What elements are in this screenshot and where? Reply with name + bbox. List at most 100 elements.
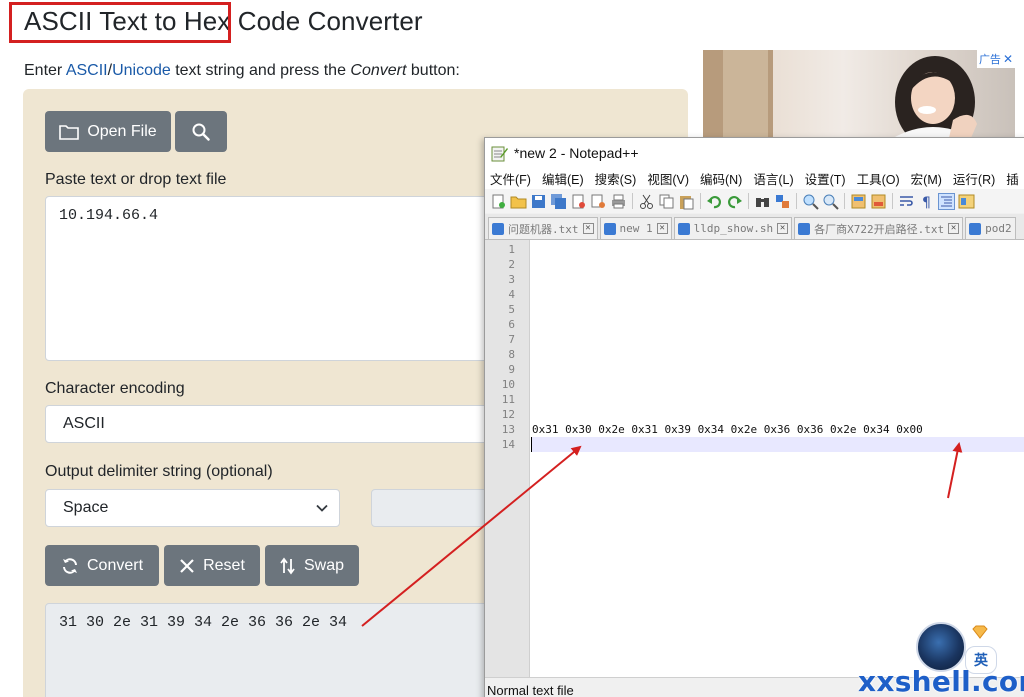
unicode-link[interactable]: Unicode <box>112 62 171 79</box>
swap-button[interactable]: Swap <box>265 545 359 586</box>
line-number: 5 <box>508 303 515 316</box>
tab-file[interactable]: 问题机器.txt ✕ <box>488 217 598 239</box>
ad-badge[interactable]: 广告 ✕ <box>976 50 1015 68</box>
tab-label: 问题机器.txt <box>508 222 579 236</box>
tab-label: lldp_show.sh <box>693 222 774 235</box>
tab-close-icon[interactable]: ✕ <box>948 223 960 234</box>
ascii-link[interactable]: ASCII <box>66 62 108 79</box>
npp-tab-bar: 问题机器.txt ✕ new 1 ✕ lldp_show.sh ✕ 各厂商X722开启… <box>485 214 1024 240</box>
menu-run[interactable]: 运行(R) <box>953 169 995 188</box>
npp-menubar: 文件(F) 编辑(E) 搜索(S) 视图(V) 编码(N) 语言(L) 设置(T… <box>485 168 1024 189</box>
convert-label: Convert <box>86 556 144 574</box>
indent-guide-icon[interactable] <box>938 192 955 210</box>
show-all-chars-icon[interactable]: ¶ <box>918 193 935 210</box>
open-file-button[interactable]: Open File <box>45 111 171 152</box>
close-icon[interactable] <box>570 193 587 210</box>
intro-suffix: button: <box>406 62 460 79</box>
npp-title: *new 2 - Notepad++ <box>514 145 639 161</box>
search-icon <box>192 123 210 141</box>
title-highlight-box <box>9 2 231 43</box>
save-status-icon <box>798 222 811 235</box>
menu-file[interactable]: 文件(F) <box>490 169 531 188</box>
swap-arrows-icon <box>280 557 295 574</box>
undo-icon[interactable] <box>706 193 723 210</box>
npp-toolbar: ¶ <box>485 189 1024 213</box>
menu-view[interactable]: 视图(V) <box>647 169 689 188</box>
status-filetype: Normal text file <box>487 683 574 697</box>
delimiter-select[interactable]: Space <box>45 489 340 527</box>
menu-edit[interactable]: 编辑(E) <box>542 169 584 188</box>
line-number: 2 <box>508 258 515 271</box>
open-file-icon[interactable] <box>510 193 527 210</box>
toolbar-separator <box>748 193 749 209</box>
menu-search[interactable]: 搜索(S) <box>595 169 637 188</box>
zoom-in-icon[interactable] <box>802 193 819 210</box>
notepad-app-icon <box>491 146 508 161</box>
convert-button[interactable]: Convert <box>45 545 159 586</box>
menu-settings[interactable]: 设置(T) <box>805 169 846 188</box>
paste-icon[interactable] <box>678 193 695 210</box>
menu-language[interactable]: 语言(L) <box>753 169 793 188</box>
print-icon[interactable] <box>610 193 627 210</box>
encoding-select[interactable]: ASCII <box>45 405 505 443</box>
save-status-icon <box>603 222 616 235</box>
save-status-icon <box>969 222 982 235</box>
save-status-icon <box>677 222 690 235</box>
ad-label: 广告 <box>978 54 1001 66</box>
line-number: 10 <box>501 378 515 391</box>
tab-label: pod2 <box>985 222 1012 235</box>
npp-editor[interactable]: 1 2 3 4 5 6 7 8 9 10 11 12 13 14 0x31 0x30 0x2e 0x31 … <box>485 240 1024 677</box>
line-number-gutter: 1 2 3 4 5 6 7 8 9 10 11 12 13 14 <box>485 240 530 677</box>
menu-macro[interactable]: 宏(M) <box>911 169 942 188</box>
save-icon[interactable] <box>530 193 547 210</box>
copy-icon[interactable] <box>658 193 675 210</box>
tab-label: 各厂商X722开启路径.txt <box>814 222 945 236</box>
output-textarea[interactable]: 31 30 2e 31 39 34 2e 36 36 2e 34 <box>45 603 505 697</box>
reset-button[interactable]: Reset <box>164 545 260 586</box>
intro-prefix: Enter <box>24 62 66 79</box>
word-wrap-icon[interactable] <box>898 193 915 210</box>
tab-close-icon[interactable]: ✕ <box>777 223 789 234</box>
line-number: 11 <box>501 393 515 406</box>
save-all-icon[interactable] <box>550 193 567 210</box>
new-file-icon[interactable] <box>490 193 507 210</box>
svg-text:¶: ¶ <box>922 195 931 210</box>
sync-h-icon[interactable] <box>870 193 887 210</box>
custom-delimiter-input[interactable] <box>371 489 501 527</box>
cut-icon[interactable] <box>638 193 655 210</box>
close-all-icon[interactable] <box>590 193 607 210</box>
line-number: 6 <box>508 318 515 331</box>
tab-close-icon[interactable]: ✕ <box>656 223 668 234</box>
search-button[interactable] <box>175 111 227 152</box>
line-number: 8 <box>508 348 515 361</box>
menu-plugins[interactable]: 插 <box>1006 169 1019 188</box>
menu-tools[interactable]: 工具(O) <box>857 169 900 188</box>
sync-icon <box>62 557 77 574</box>
tab-file[interactable]: pod2 <box>965 217 1016 239</box>
chevron-down-icon <box>316 504 328 512</box>
line-number: 7 <box>508 333 515 346</box>
doc-map-icon[interactable] <box>958 193 975 210</box>
line-number: 12 <box>501 408 515 421</box>
sync-v-icon[interactable] <box>850 193 867 210</box>
ad-close-icon[interactable]: ✕ <box>1003 52 1013 66</box>
replace-icon[interactable] <box>774 193 791 210</box>
delimiter-label: Output delimiter string (optional) <box>45 463 273 480</box>
tab-close-icon[interactable]: ✕ <box>582 223 594 234</box>
find-icon[interactable] <box>754 193 771 210</box>
open-file-label: Open File <box>87 122 157 140</box>
ad-photo-woman <box>703 50 977 138</box>
menu-encoding[interactable]: 编码(N) <box>700 169 742 188</box>
ad-banner[interactable]: 广告 ✕ <box>703 50 1015 138</box>
zoom-out-icon[interactable] <box>822 193 839 210</box>
tab-file[interactable]: lldp_show.sh ✕ <box>673 217 793 239</box>
gem-icon <box>972 625 988 639</box>
npp-titlebar[interactable]: *new 2 - Notepad++ <box>485 138 1024 168</box>
tab-file[interactable]: 各厂商X722开启路径.txt ✕ <box>794 217 964 239</box>
tab-file[interactable]: new 1 ✕ <box>599 217 672 239</box>
redo-icon[interactable] <box>726 193 743 210</box>
current-line-highlight <box>531 437 1024 452</box>
notepadpp-window: *new 2 - Notepad++ 文件(F) 编辑(E) 搜索(S) 视图(… <box>484 137 1024 697</box>
input-textarea[interactable]: 10.194.66.4 <box>45 196 505 361</box>
delimiter-value: Space <box>63 499 109 516</box>
